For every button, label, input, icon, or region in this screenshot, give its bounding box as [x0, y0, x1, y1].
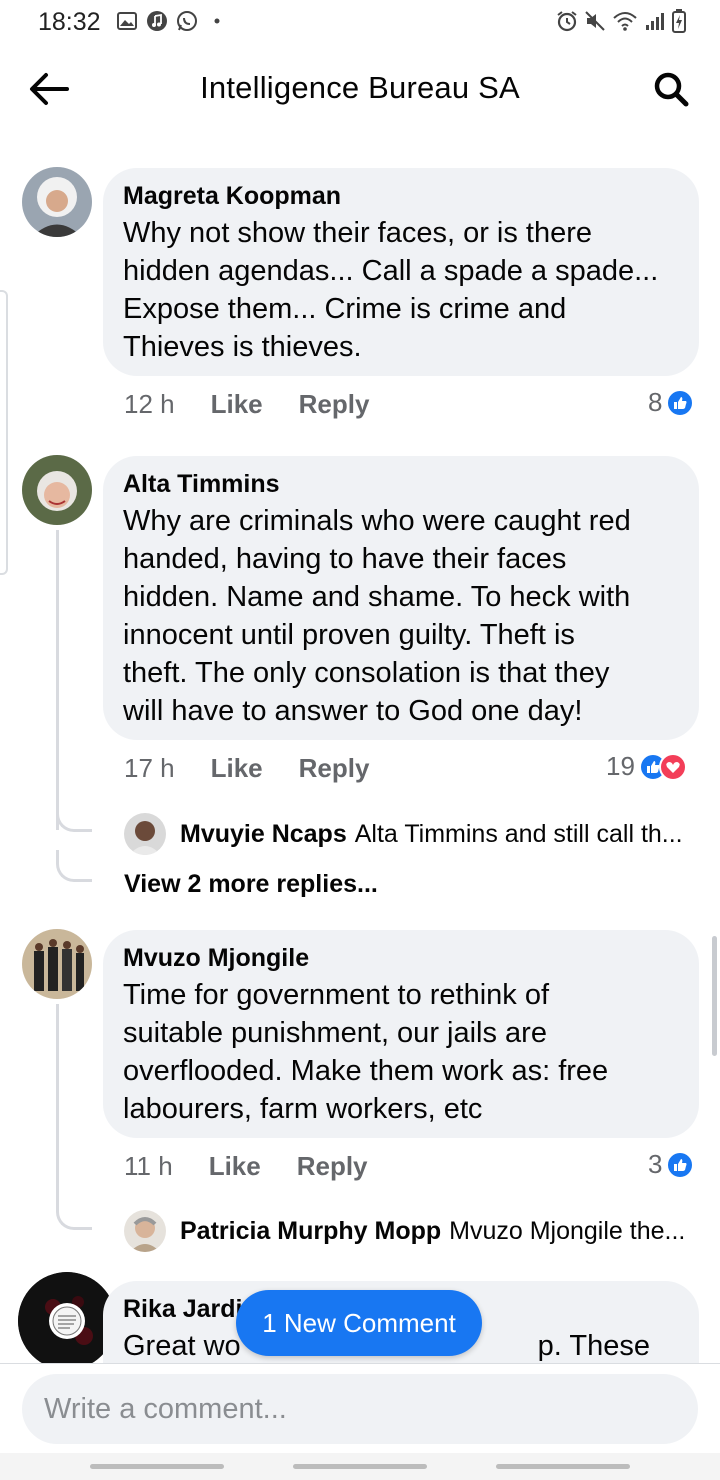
- thread-connector: [56, 800, 92, 832]
- system-nav-bar: [0, 1453, 720, 1480]
- comment-bubble[interactable]: Mvuzo Mjongile Time for government to re…: [103, 930, 699, 1138]
- wifi-icon: [612, 10, 638, 37]
- search-button[interactable]: [648, 66, 694, 112]
- reaction-count[interactable]: 8: [648, 387, 695, 418]
- comment-author[interactable]: Magreta Koopman: [123, 180, 679, 212]
- avatar[interactable]: [124, 813, 166, 855]
- comment-time: 17 h: [124, 753, 175, 783]
- dot-icon: [206, 10, 228, 32]
- scrollbar[interactable]: [712, 936, 717, 1056]
- reply-author[interactable]: Patricia Murphy Mopp: [180, 1217, 441, 1246]
- side-scroll-indicator: [0, 290, 8, 575]
- comment-actions: 17 h Like Reply: [124, 753, 405, 784]
- avatar[interactable]: [124, 1210, 166, 1252]
- comment-author[interactable]: Mvuzo Mjongile: [123, 942, 679, 974]
- system-icons: [556, 9, 686, 38]
- status-time: 18:32: [38, 8, 101, 36]
- reaction-count[interactable]: 19: [606, 751, 687, 782]
- view-more-replies-link[interactable]: View 2 more replies...: [124, 870, 378, 899]
- app-header: Intelligence Bureau SA: [0, 44, 720, 134]
- signal-icon: [644, 10, 666, 37]
- love-reaction-icon: [658, 752, 687, 781]
- reply-text: Alta Timmins and still call th...: [354, 819, 683, 848]
- comment-bubble[interactable]: Magreta Koopman Why not show their faces…: [103, 168, 699, 376]
- mute-icon: [584, 10, 606, 37]
- comment-composer: [0, 1363, 720, 1453]
- comment-text: Why are criminals who were caught red ha…: [123, 505, 631, 727]
- comment-bubble[interactable]: Alta Timmins Why are criminals who were …: [103, 456, 699, 740]
- comment-actions: 11 h Like Reply: [124, 1151, 404, 1182]
- reply-button[interactable]: Reply: [299, 753, 370, 784]
- comment-time: 11 h: [124, 1151, 173, 1181]
- whatsapp-icon: [176, 10, 198, 32]
- search-icon: [654, 72, 689, 107]
- comment-time: 12 h: [124, 389, 175, 419]
- like-button[interactable]: Like: [211, 753, 263, 784]
- reply-button[interactable]: Reply: [297, 1151, 368, 1182]
- nav-recent-button[interactable]: [90, 1464, 224, 1469]
- reply-author[interactable]: Mvuyie Ncaps: [180, 820, 347, 849]
- thread-line: [56, 1004, 59, 1204]
- reply-preview[interactable]: Mvuyie Ncaps Alta Timmins and still call…: [124, 813, 683, 855]
- avatar[interactable]: [22, 929, 92, 999]
- notification-icons: [116, 10, 228, 32]
- reaction-count[interactable]: 3: [648, 1149, 695, 1180]
- status-bar: 18:32: [0, 0, 720, 44]
- nav-back-button[interactable]: [496, 1464, 630, 1469]
- avatar[interactable]: [22, 167, 92, 237]
- alarm-icon: [556, 10, 578, 37]
- avatar[interactable]: [18, 1272, 116, 1370]
- comment-input[interactable]: [22, 1374, 698, 1444]
- comment-text: Why not show their faces, or is there hi…: [123, 217, 659, 363]
- music-icon: [146, 10, 168, 32]
- thread-line: [56, 530, 59, 830]
- like-button[interactable]: Like: [209, 1151, 261, 1182]
- comment-actions: 12 h Like Reply: [124, 389, 405, 420]
- thread-connector: [56, 850, 92, 882]
- comment-author[interactable]: Alta Timmins: [123, 468, 679, 500]
- page-title: Intelligence Bureau SA: [200, 70, 520, 105]
- nav-home-button[interactable]: [293, 1464, 427, 1469]
- like-reaction-icon: [666, 1150, 695, 1179]
- new-comment-button[interactable]: 1 New Comment: [236, 1290, 482, 1356]
- like-reaction-icon: [666, 388, 695, 417]
- image-icon: [116, 10, 138, 32]
- reply-preview[interactable]: Patricia Murphy Mopp Mvuzo Mjongile the.…: [124, 1210, 685, 1252]
- battery-icon: [672, 9, 686, 38]
- like-button[interactable]: Like: [211, 389, 263, 420]
- reply-text: Mvuzo Mjongile the...: [449, 1216, 686, 1245]
- comment-text: Time for government to rethink of suitab…: [123, 979, 609, 1125]
- avatar[interactable]: [22, 455, 92, 525]
- reply-button[interactable]: Reply: [299, 389, 370, 420]
- thread-connector: [56, 1198, 92, 1230]
